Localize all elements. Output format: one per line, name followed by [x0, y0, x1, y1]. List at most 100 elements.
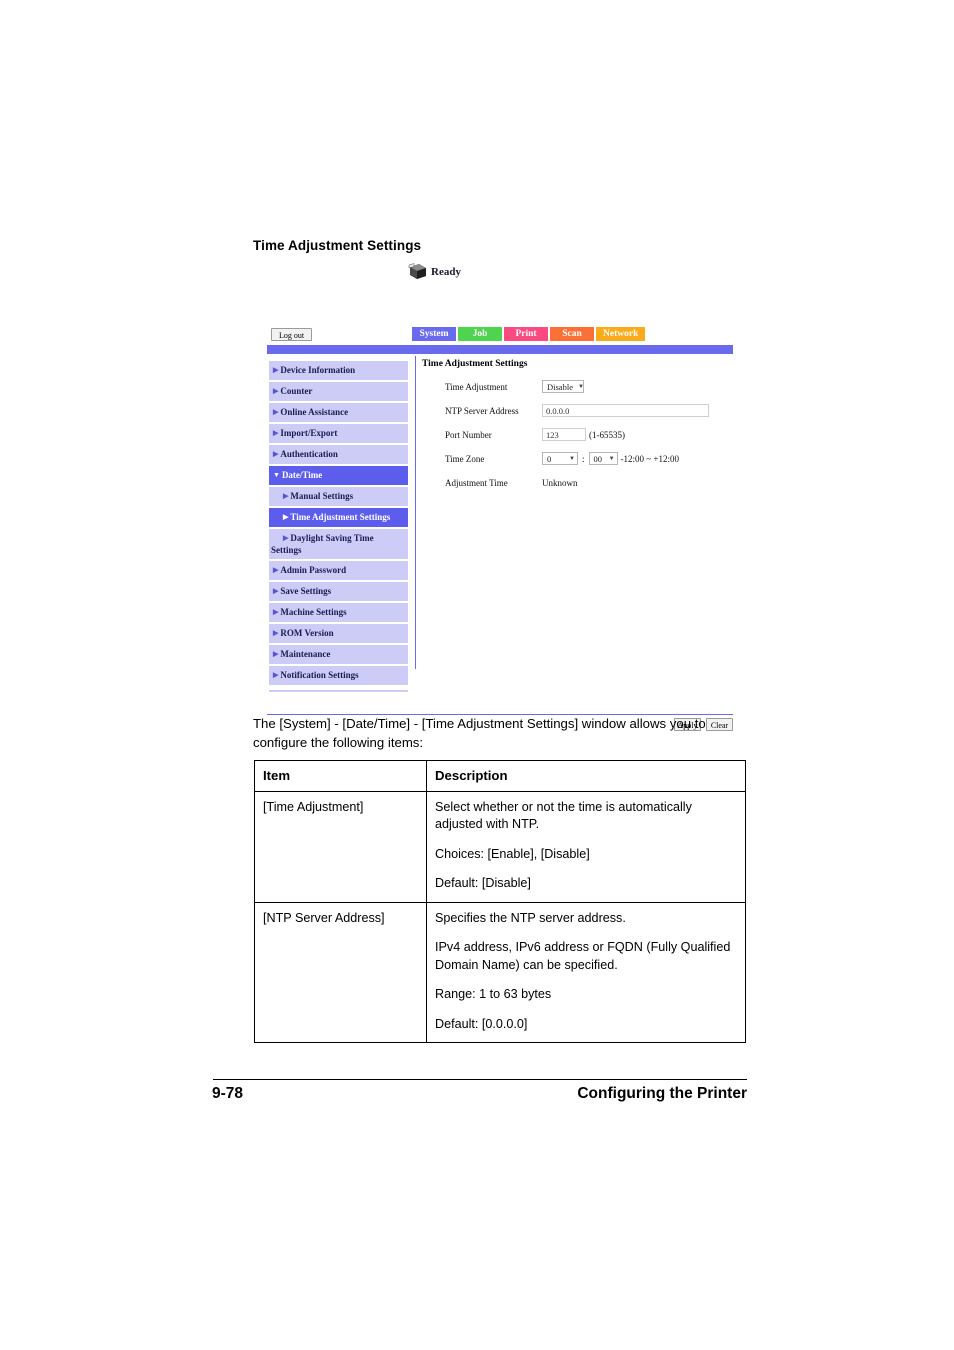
sidebar-item-label: Online Assistance	[280, 406, 349, 417]
sidebar-item-online-assistance[interactable]: ▶ Online Assistance	[269, 403, 408, 424]
sidebar-content-divider	[415, 356, 416, 669]
body-paragraph: The [System] - [Date/Time] - [Time Adjus…	[253, 716, 706, 750]
table-header-row: Item Description	[254, 760, 746, 792]
sidebar-item-counter[interactable]: ▶ Counter	[269, 382, 408, 403]
form-row-port-number: Port Number 123 (1-65535)	[422, 424, 727, 445]
time-zone-range-hint: -12:00 ~ +12:00	[620, 453, 679, 464]
chevron-right-icon: ▶	[273, 386, 279, 395]
sidebar: ▶ Device Information ▶ Counter ▶ Online Ass…	[269, 361, 408, 692]
sidebar-item-label: Counter	[280, 385, 313, 396]
description-line: Select whether or not the time is automa…	[435, 799, 692, 832]
sidebar-item-authentication[interactable]: ▶ Authentication	[269, 445, 408, 466]
description-line: Choices: [Enable], [Disable]	[435, 846, 590, 861]
sidebar-item-device-information[interactable]: ▶ Device Information	[269, 361, 408, 382]
sidebar-item-date-time[interactable]: ▼ Date/Time	[269, 466, 408, 487]
chevron-right-icon: ▶	[273, 649, 279, 658]
chevron-right-icon: ▶	[283, 512, 289, 521]
chevron-right-icon: ▶	[273, 565, 279, 574]
time-zone-minutes-value: 00	[593, 453, 603, 464]
sidebar-item-label: Machine Settings	[280, 606, 347, 617]
time-zone-separator: :	[582, 453, 585, 464]
port-number-input[interactable]: 123	[542, 428, 586, 441]
sidebar-item-maintenance[interactable]: ▶ Maintenance	[269, 645, 408, 666]
printer-status-label: Ready	[431, 265, 461, 278]
content-panel: Time Adjustment Settings Time Adjustment…	[422, 359, 727, 496]
chevron-right-icon: ▶	[273, 628, 279, 637]
webui-topbar: Log out System Job Print Scan Network	[267, 325, 733, 344]
footer-page-number: 9-78	[212, 1085, 244, 1102]
sidebar-item-daylight-saving-time-settings[interactable]: ▶ Daylight Saving Time Settings	[269, 529, 408, 561]
form-row-ntp-server-address: NTP Server Address 0.0.0.0	[422, 400, 727, 421]
sidebar-item-admin-password[interactable]: ▶ Admin Password	[269, 561, 408, 582]
sidebar-item-label: Save Settings	[280, 585, 332, 596]
time-zone-label: Time Zone	[445, 453, 485, 464]
sidebar-item-label: Admin Password	[280, 564, 347, 575]
time-zone-minutes-select[interactable]: 00 ▼	[588, 452, 618, 465]
sidebar-item-rom-version[interactable]: ▶ ROM Version	[269, 624, 408, 645]
table-header-description: Description	[426, 760, 746, 792]
table-row: [Time Adjustment] Select whether or not …	[254, 790, 746, 903]
chevron-right-icon: ▶	[273, 407, 279, 416]
time-adjustment-label: Time Adjustment	[445, 381, 508, 392]
chevron-right-icon: ▶	[273, 365, 279, 374]
sidebar-item-import-export[interactable]: ▶ Import/Export	[269, 424, 408, 445]
sidebar-footer-rule	[269, 690, 408, 692]
table-cell-item: [NTP Server Address]	[254, 901, 427, 1043]
chevron-down-icon: ▼	[569, 455, 575, 462]
embedded-webui-screenshot: Log out System Job Print Scan Network ▶ D…	[267, 325, 733, 731]
printer-icon	[408, 263, 428, 280]
sidebar-item-manual-settings[interactable]: ▶ Manual Settings	[269, 487, 408, 508]
footer-section-title: Configuring the Printer	[577, 1085, 747, 1102]
sidebar-item-machine-settings[interactable]: ▶ Machine Settings	[269, 603, 408, 624]
sidebar-item-label: Maintenance	[280, 648, 331, 659]
time-zone-hours-select[interactable]: 0 ▼	[542, 452, 578, 465]
form-row-time-adjustment: Time Adjustment Disable ▼	[422, 376, 727, 397]
tab-system[interactable]: System	[412, 327, 456, 341]
port-number-label: Port Number	[445, 429, 492, 440]
content-title: Time Adjustment Settings	[422, 359, 528, 369]
sidebar-item-label: Device Information	[280, 364, 356, 375]
sidebar-item-label: Authentication	[280, 448, 338, 459]
sidebar-item-time-adjustment-settings[interactable]: ▶ Time Adjustment Settings	[269, 508, 408, 529]
chevron-right-icon: ▶	[273, 670, 279, 679]
chevron-right-icon: ▶	[283, 533, 289, 542]
tab-job[interactable]: Job	[458, 327, 502, 341]
ntp-server-address-input[interactable]: 0.0.0.0	[542, 404, 709, 417]
tab-scan[interactable]: Scan	[550, 327, 594, 341]
table-cell-item: [Time Adjustment]	[254, 790, 427, 903]
port-number-range-hint: (1-65535)	[589, 429, 625, 440]
chevron-right-icon: ▶	[273, 449, 279, 458]
page-title: Time Adjustment Settings	[253, 238, 422, 253]
tab-print[interactable]: Print	[504, 327, 548, 341]
webui-body: ▶ Device Information ▶ Counter ▶ Online Ass…	[267, 354, 733, 731]
sidebar-item-label: Date/Time	[281, 469, 323, 480]
chevron-down-icon: ▼	[273, 470, 280, 479]
form-row-adjustment-time: Adjustment Time Unknown	[422, 472, 727, 493]
header-accent-bar	[267, 345, 733, 354]
printer-status: Ready	[408, 263, 461, 280]
footer-rule	[213, 1079, 747, 1081]
sidebar-item-label: Import/Export	[280, 427, 338, 438]
chevron-right-icon: ▶	[273, 428, 279, 437]
table-cell-description: Specifies the NTP server address. IPv4 a…	[426, 901, 746, 1043]
time-adjustment-select[interactable]: Disable ▼	[542, 380, 584, 393]
description-line: Default: [Disable]	[435, 876, 531, 890]
table-header-item: Item	[254, 760, 427, 792]
sidebar-item-label: Manual Settings	[290, 490, 354, 501]
tab-network[interactable]: Network	[596, 327, 646, 341]
sidebar-item-notification-settings[interactable]: ▶ Notification Settings	[269, 666, 408, 687]
description-line: Specifies the NTP server address.	[435, 910, 626, 925]
adjustment-time-value: Unknown	[542, 477, 578, 488]
ntp-server-address-label: NTP Server Address	[445, 405, 519, 416]
logout-button[interactable]: Log out	[271, 328, 312, 341]
sidebar-item-save-settings[interactable]: ▶ Save Settings	[269, 582, 408, 603]
adjustment-time-label: Adjustment Time	[445, 477, 508, 488]
sidebar-item-label: Time Adjustment Settings	[290, 511, 391, 522]
description-line: IPv4 address, IPv6 address or FQDN (Full…	[435, 940, 731, 972]
table-row: [NTP Server Address] Specifies the NTP s…	[254, 901, 746, 1043]
time-zone-hours-value: 0	[547, 453, 552, 464]
chevron-right-icon: ▶	[273, 586, 279, 595]
items-description-table: Item Description [Time Adjustment] Selec…	[254, 760, 746, 1043]
sidebar-item-label: ROM Version	[280, 627, 334, 638]
description-line: Default: [0.0.0.0]	[435, 1016, 528, 1031]
